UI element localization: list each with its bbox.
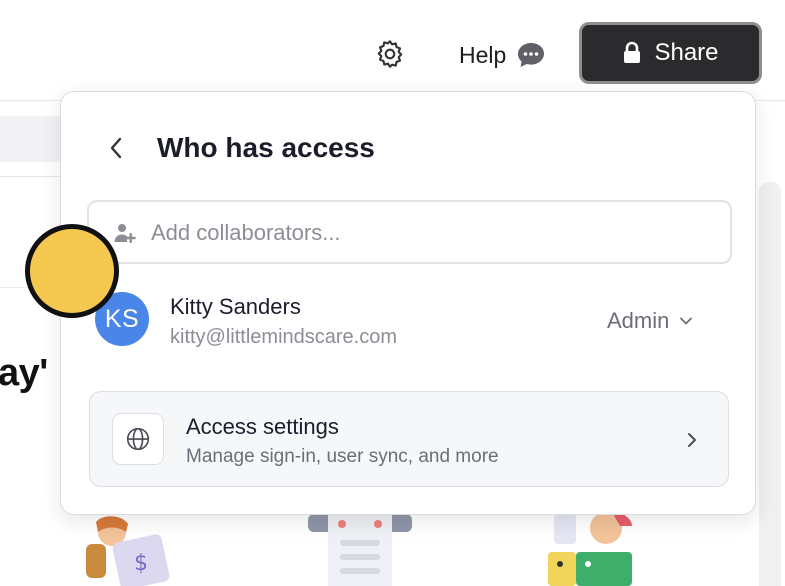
share-label: Share <box>654 39 719 66</box>
svg-text:$: $ <box>134 551 148 576</box>
access-settings-button[interactable]: Access settings Manage sign-in, user syn… <box>89 391 729 487</box>
share-button[interactable]: Share <box>579 22 762 84</box>
role-dropdown[interactable]: Admin <box>607 306 693 336</box>
lock-icon <box>624 41 641 63</box>
illustration-person-with-cards <box>548 514 632 586</box>
share-popover: Who has access KS Kitty Sanders kitty@li… <box>60 91 756 515</box>
chevron-right-icon <box>688 433 696 447</box>
chat-bubble-icon <box>518 43 545 67</box>
scrollbar[interactable] <box>759 182 781 586</box>
background-heading: ay' <box>0 352 48 394</box>
gear-icon <box>377 40 403 68</box>
background-divider <box>0 176 60 177</box>
member-email: kitty@littlemindscare.com <box>170 326 398 348</box>
help-link[interactable]: Help <box>459 38 546 72</box>
back-button[interactable] <box>101 130 131 166</box>
popover-title: Who has access <box>157 132 375 163</box>
add-collaborators-input[interactable] <box>149 214 713 252</box>
globe-icon <box>126 427 150 451</box>
member-row: KS Kitty Sanders kitty@littlemindscare.c… <box>93 288 733 356</box>
add-collaborators-field[interactable] <box>87 200 732 264</box>
member-name: Kitty Sanders <box>170 294 301 319</box>
background-toolbar <box>0 116 60 162</box>
chevron-down-icon <box>680 317 693 325</box>
role-label: Admin <box>607 308 670 333</box>
help-label: Help <box>459 41 507 68</box>
illustration-receipt <box>308 514 412 586</box>
access-settings-subtitle: Manage sign-in, user sync, and more <box>186 446 499 467</box>
settings-button[interactable] <box>372 36 408 72</box>
cursor-indicator <box>25 224 119 318</box>
add-person-icon <box>114 224 136 243</box>
globe-icon-box <box>112 413 164 465</box>
access-settings-title: Access settings <box>186 414 339 439</box>
chevron-left-icon <box>110 137 122 159</box>
illustration-person-with-document: $ <box>86 516 170 586</box>
